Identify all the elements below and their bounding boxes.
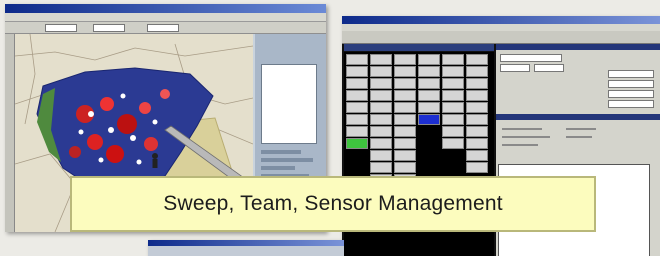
grid-cell (370, 78, 392, 89)
grid-cell (370, 54, 392, 65)
grid-cell (394, 90, 416, 101)
grid-header (344, 44, 494, 51)
grid-cell (394, 54, 416, 65)
grid-cell (370, 138, 392, 149)
side-panel-row (261, 166, 295, 170)
grid-cell (466, 102, 488, 113)
detail-field (500, 64, 530, 72)
map-tool-palette (5, 34, 15, 232)
detail-text-line (566, 128, 596, 130)
grid-cell (442, 90, 464, 101)
grid-cell (466, 66, 488, 77)
grid-cell (370, 150, 392, 161)
grid-cell (442, 54, 464, 65)
grid-cell (370, 90, 392, 101)
grid-cell (346, 54, 368, 65)
person-icon (152, 153, 158, 168)
grid-cell (466, 78, 488, 89)
grid-cell (346, 114, 368, 125)
grid-cell (466, 114, 488, 125)
detail-text-line (502, 128, 542, 130)
bottom-window-titlebar (148, 240, 344, 246)
map-window-titlebar (5, 4, 326, 13)
grid-cell (442, 66, 464, 77)
grid-cell (370, 126, 392, 137)
detail-panel-section-header (496, 114, 660, 120)
detail-field (608, 100, 654, 108)
grid-cell (466, 162, 488, 173)
caption-text: Sweep, Team, Sensor Management (163, 192, 503, 215)
grid-cell (394, 102, 416, 113)
grid-cell (370, 114, 392, 125)
caption-banner: Sweep, Team, Sensor Management (70, 176, 596, 232)
grid-cell (346, 90, 368, 101)
map-toolbar-field (45, 24, 77, 32)
grid-cell (394, 66, 416, 77)
grid-cell (394, 114, 416, 125)
grid-cell (418, 54, 440, 65)
grid-cell (394, 150, 416, 161)
side-panel-row (261, 158, 313, 162)
map-window-menubar (5, 13, 326, 22)
grid-cell (442, 114, 464, 125)
grid-cell (394, 162, 416, 173)
grid-cell (370, 66, 392, 77)
map-overview-box (261, 64, 317, 144)
grid-cell (394, 78, 416, 89)
grid-cell (394, 126, 416, 137)
map-toolbar-field (93, 24, 125, 32)
detail-field (608, 80, 654, 88)
grid-cell (346, 78, 368, 89)
map-toolbar-field (147, 24, 179, 32)
grid-cell (466, 90, 488, 101)
detail-text-line (566, 136, 592, 138)
grid-window-titlebar (342, 16, 660, 24)
grid-window-toolbar (342, 31, 660, 44)
detail-field (500, 54, 562, 62)
side-panel-row (261, 150, 301, 154)
grid-cell-selected-green (346, 138, 368, 149)
map-window-toolbar (5, 22, 326, 34)
grid-cell (346, 102, 368, 113)
grid-cell (466, 138, 488, 149)
grid-cell (346, 126, 368, 137)
bottom-application-screenshot (148, 240, 344, 256)
grid-cell (442, 138, 464, 149)
grid-cell (418, 78, 440, 89)
grid-cell-selected-blue (418, 114, 440, 125)
detail-panel-header (496, 44, 660, 50)
grid-cell (466, 54, 488, 65)
grid-cell (346, 66, 368, 77)
grid-cell (394, 138, 416, 149)
grid-cell (442, 126, 464, 137)
detail-field (534, 64, 564, 72)
grid-cell (466, 150, 488, 161)
grid-cell (442, 78, 464, 89)
grid-cell (370, 162, 392, 173)
detail-text-line (502, 144, 538, 146)
grid-cell (418, 90, 440, 101)
grid-cell (442, 102, 464, 113)
detail-field (608, 70, 654, 78)
grid-cell (370, 102, 392, 113)
detail-field (608, 90, 654, 98)
grid-cell (418, 102, 440, 113)
grid-cell (466, 126, 488, 137)
detail-text-line (502, 136, 550, 138)
grid-cell (418, 66, 440, 77)
grid-window-menubar (342, 24, 660, 31)
